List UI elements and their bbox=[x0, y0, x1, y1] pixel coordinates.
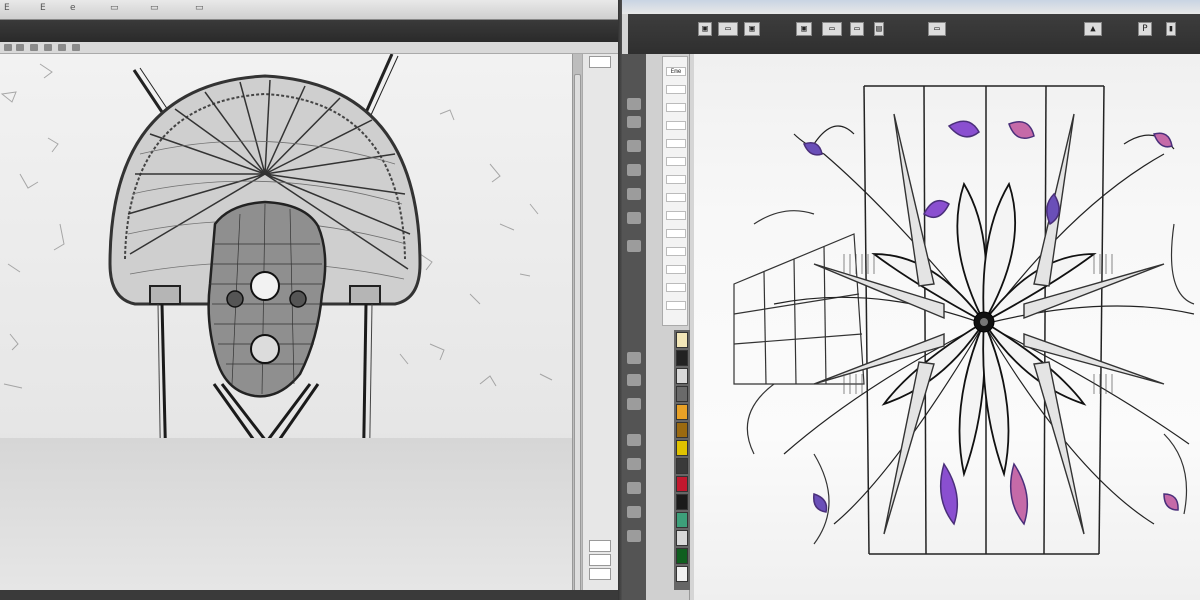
layer-item[interactable] bbox=[666, 85, 686, 94]
left-menu-bar bbox=[0, 20, 622, 42]
title-fragment: ▭ bbox=[150, 3, 159, 13]
tool-icon[interactable] bbox=[30, 44, 38, 51]
tool-icon[interactable] bbox=[627, 212, 641, 224]
tool-icon[interactable] bbox=[16, 44, 24, 51]
color-swatch[interactable] bbox=[676, 368, 688, 384]
tool-icon[interactable] bbox=[627, 98, 641, 110]
title-fragment: e bbox=[70, 3, 76, 13]
toolbar-button[interactable]: ▮ bbox=[1166, 22, 1176, 36]
right-editor-window: ▣ ▭ ▣ ▣ ▭ ▭ ▤ ▭ ▲ P ▮ Eme bbox=[622, 0, 1200, 600]
color-swatch[interactable] bbox=[676, 350, 688, 366]
tool-icon[interactable] bbox=[627, 164, 641, 176]
toolbar-button[interactable]: P bbox=[1138, 22, 1152, 36]
color-swatch[interactable] bbox=[676, 494, 688, 510]
tool-icon[interactable] bbox=[72, 44, 80, 51]
desktop-screen: E E e ▭ ▭ ▭ ▣ ▭ ▣ ▣ ▭ ▭ ▤ ▭ ▲ P ▮ Eme bbox=[0, 0, 1200, 600]
tool-icon[interactable] bbox=[627, 374, 641, 386]
tool-icon[interactable] bbox=[627, 506, 641, 518]
tool-icon[interactable] bbox=[627, 398, 641, 410]
layer-item[interactable] bbox=[666, 193, 686, 202]
layer-item[interactable] bbox=[666, 283, 686, 292]
layer-item[interactable] bbox=[666, 121, 686, 130]
left-editor-window: E E e ▭ ▭ ▭ bbox=[0, 0, 622, 600]
tool-icon[interactable] bbox=[627, 458, 641, 470]
layer-item[interactable] bbox=[666, 139, 686, 148]
color-swatch[interactable] bbox=[676, 386, 688, 402]
title-fragment: ▭ bbox=[110, 3, 119, 13]
layer-item[interactable] bbox=[666, 175, 686, 184]
toolbar-button[interactable]: ▤ bbox=[874, 22, 884, 36]
toolbar-button[interactable]: ▲ bbox=[1084, 22, 1102, 36]
color-swatch[interactable] bbox=[676, 440, 688, 456]
tool-icon[interactable] bbox=[627, 482, 641, 494]
layer-item[interactable] bbox=[666, 229, 686, 238]
tool-icon[interactable] bbox=[627, 530, 641, 542]
layer-item[interactable] bbox=[666, 103, 686, 112]
title-fragment: E bbox=[40, 3, 46, 13]
left-side-panel bbox=[582, 54, 618, 590]
color-swatch[interactable] bbox=[676, 512, 688, 528]
tool-icon[interactable] bbox=[58, 44, 66, 51]
color-swatch-palette bbox=[674, 330, 690, 590]
layer-item[interactable]: Eme bbox=[666, 67, 686, 76]
color-swatch[interactable] bbox=[676, 548, 688, 564]
tool-icon[interactable] bbox=[4, 44, 12, 51]
toolbar-button[interactable]: ▣ bbox=[796, 22, 812, 36]
side-panel-button[interactable] bbox=[589, 56, 611, 68]
right-tool-strip bbox=[622, 54, 646, 600]
layer-item[interactable] bbox=[666, 265, 686, 274]
left-drawing-canvas[interactable] bbox=[0, 54, 572, 590]
left-toolbar bbox=[0, 42, 618, 54]
tool-icon[interactable] bbox=[44, 44, 52, 51]
layer-item[interactable] bbox=[666, 247, 686, 256]
title-fragment: E bbox=[4, 3, 10, 13]
title-fragment: ▭ bbox=[195, 3, 204, 13]
side-panel-button[interactable] bbox=[589, 554, 611, 566]
tool-icon[interactable] bbox=[627, 352, 641, 364]
tool-icon[interactable] bbox=[627, 240, 641, 252]
left-scroll-thumb[interactable] bbox=[574, 74, 581, 594]
tool-icon[interactable] bbox=[627, 434, 641, 446]
color-swatch[interactable] bbox=[676, 476, 688, 492]
color-swatch[interactable] bbox=[676, 566, 688, 582]
canvas-floor bbox=[0, 438, 572, 590]
layer-item[interactable] bbox=[666, 211, 686, 220]
tool-icon[interactable] bbox=[627, 188, 641, 200]
side-panel-button[interactable] bbox=[589, 568, 611, 580]
right-toolbar bbox=[628, 14, 1200, 54]
toolbar-button[interactable]: ▭ bbox=[850, 22, 864, 36]
layer-item[interactable] bbox=[666, 301, 686, 310]
layers-list: Eme bbox=[662, 56, 688, 326]
tool-icon[interactable] bbox=[627, 116, 641, 128]
toolbar-button[interactable]: ▭ bbox=[718, 22, 738, 36]
left-status-bar bbox=[0, 590, 622, 600]
left-vertical-scrollbar[interactable] bbox=[572, 54, 582, 594]
left-title-bar: E E e ▭ ▭ ▭ bbox=[0, 0, 622, 20]
color-swatch[interactable] bbox=[676, 332, 688, 348]
tool-icon[interactable] bbox=[627, 140, 641, 152]
toolbar-button[interactable]: ▭ bbox=[928, 22, 946, 36]
side-panel-button[interactable] bbox=[589, 540, 611, 552]
layer-item[interactable] bbox=[666, 157, 686, 166]
color-swatch[interactable] bbox=[676, 458, 688, 474]
color-swatch[interactable] bbox=[676, 404, 688, 420]
flower-wireframe-illustration bbox=[733, 85, 1195, 555]
toolbar-button[interactable]: ▣ bbox=[744, 22, 760, 36]
color-swatch[interactable] bbox=[676, 530, 688, 546]
toolbar-button[interactable]: ▣ bbox=[698, 22, 712, 36]
color-swatch[interactable] bbox=[676, 422, 688, 438]
toolbar-button[interactable]: ▭ bbox=[822, 22, 842, 36]
right-drawing-canvas[interactable] bbox=[694, 54, 1200, 600]
right-title-strip bbox=[622, 0, 1200, 14]
